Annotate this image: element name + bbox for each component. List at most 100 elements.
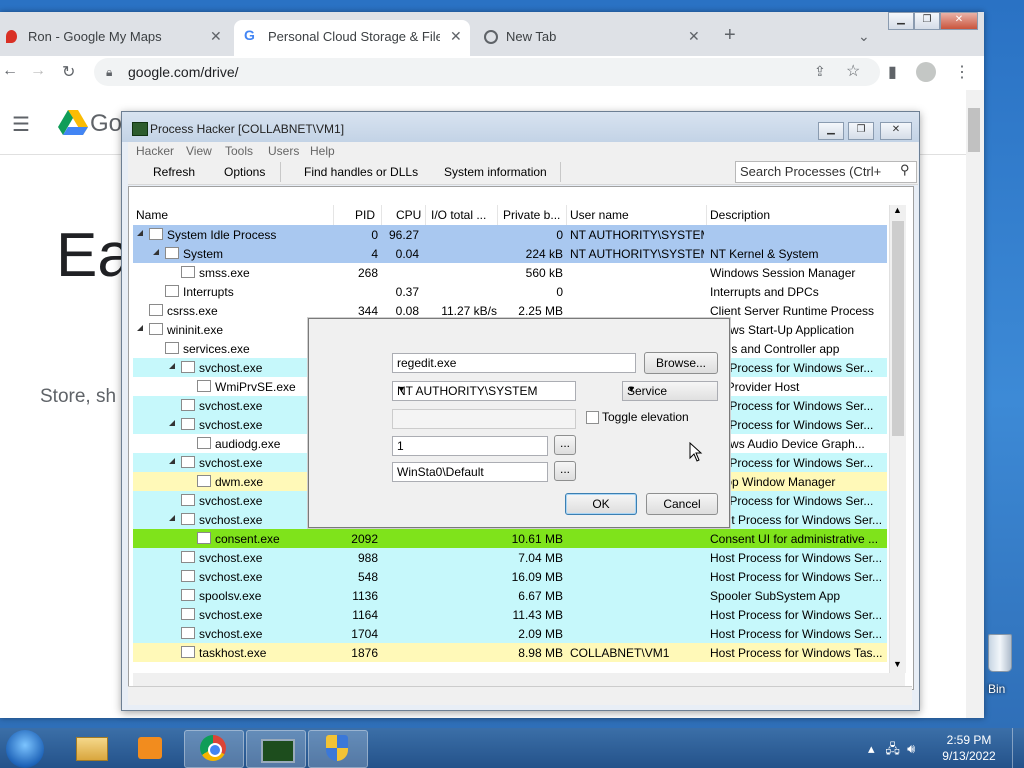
new-tab-icon[interactable]: +: [724, 24, 736, 47]
menu-users[interactable]: Users: [268, 144, 299, 158]
program-input[interactable]: regedit.exe: [392, 353, 636, 373]
col-cpu[interactable]: CPU: [396, 208, 421, 222]
type-select[interactable]: Service ▼: [622, 381, 718, 401]
show-desktop-button[interactable]: [1012, 728, 1024, 768]
minimize-icon[interactable]: ▁: [888, 12, 914, 30]
toggle-elevation-checkbox[interactable]: [586, 411, 599, 424]
volume-icon[interactable]: 🔊︎: [907, 741, 915, 756]
cell-desc: Host Process for Windows Ser...: [710, 551, 883, 565]
table-row[interactable]: svchost.exe 548 16.09 MB Host Process for W…: [133, 567, 887, 586]
minimize-icon[interactable]: ▁: [818, 122, 844, 140]
table-horizontal-scrollbar[interactable]: [133, 673, 905, 687]
process-icon: [181, 589, 195, 601]
system-information-button[interactable]: System information: [444, 165, 547, 179]
table-row[interactable]: ◢ System 4 0.04 224 kB NT AUTHORITY\SYSTEM NT …: [133, 244, 887, 263]
address-bar[interactable]: 🔒︎ google.com/drive/ ⇪ ☆: [94, 58, 880, 86]
refresh-button[interactable]: Refresh: [153, 165, 195, 179]
tree-expand-icon[interactable]: ◢: [169, 456, 175, 465]
tree-expand-icon[interactable]: ◢: [169, 513, 175, 522]
cancel-button[interactable]: Cancel: [646, 493, 718, 515]
menu-view[interactable]: View: [186, 144, 212, 158]
start-button-icon[interactable]: [6, 730, 44, 768]
table-vertical-scrollbar[interactable]: ▲ ▼: [889, 205, 906, 673]
tray-expand-icon[interactable]: ▴: [868, 741, 875, 756]
col-private-bytes[interactable]: Private b...: [503, 208, 560, 222]
desktop-input[interactable]: WinSta0\Default: [392, 462, 548, 482]
cell-name: spoolsv.exe: [199, 589, 262, 603]
session-input[interactable]: 1: [392, 436, 548, 456]
table-row[interactable]: svchost.exe 1704 2.09 MB Host Process for W…: [133, 624, 887, 643]
page-scrollbar[interactable]: [966, 90, 984, 718]
table-row[interactable]: consent.exe 2092 10.61 MB Consent UI for ad…: [133, 529, 887, 548]
tree-expand-icon[interactable]: ◢: [137, 228, 143, 237]
options-button[interactable]: Options: [224, 165, 265, 179]
col-name[interactable]: Name: [136, 208, 168, 222]
user-name-select[interactable]: NT AUTHORITY\SYSTEM ▼: [392, 381, 576, 401]
tab-google-drive[interactable]: G Personal Cloud Storage & File Sh ✕: [234, 20, 470, 56]
side-panel-icon[interactable]: ▮: [888, 62, 897, 82]
lock-icon: 🔒︎: [106, 65, 113, 79]
scroll-thumb[interactable]: [968, 108, 980, 152]
table-row[interactable]: smss.exe 268 560 kB Windows Session Manager: [133, 263, 887, 282]
explorer-taskbar-icon[interactable]: [62, 730, 120, 766]
cell-pid: 344: [357, 304, 378, 318]
table-row[interactable]: Interrupts 0.37 0 Interrupts and DPCs: [133, 282, 887, 301]
desktop-browse-button[interactable]: ...: [554, 461, 576, 481]
close-window-icon[interactable]: ✕: [940, 12, 978, 30]
cell-name: taskhost.exe: [199, 646, 267, 660]
search-processes-input[interactable]: Search Processes (Ctrl+ ⚲: [735, 161, 917, 183]
chevron-down-icon[interactable]: ⌄: [858, 28, 870, 45]
network-icon[interactable]: 🖧︎: [885, 741, 900, 756]
reload-icon[interactable]: ↻: [62, 62, 75, 82]
close-icon[interactable]: ✕: [210, 28, 222, 45]
col-description[interactable]: Description: [710, 208, 770, 222]
star-icon[interactable]: ☆: [846, 61, 860, 81]
tree-expand-icon[interactable]: ◢: [153, 247, 159, 256]
shield-uac-taskbar-icon[interactable]: [308, 730, 368, 768]
recycle-bin-icon[interactable]: Bin: [984, 632, 1024, 696]
chrome-taskbar-icon[interactable]: [184, 730, 244, 768]
ph-title-bar[interactable]: Process Hacker [COLLABNET\VM1] ▁ ❐ ✕: [122, 112, 919, 142]
table-row[interactable]: spoolsv.exe 1136 6.67 MB Spooler SubSystem …: [133, 586, 887, 605]
menu-hacker[interactable]: Hacker: [136, 144, 174, 158]
close-icon[interactable]: ✕: [450, 28, 462, 45]
share-icon[interactable]: ⇪: [814, 63, 826, 80]
tree-expand-icon[interactable]: ◢: [169, 418, 175, 427]
hamburger-menu-icon[interactable]: ☰: [12, 112, 30, 137]
close-window-icon[interactable]: ✕: [880, 122, 912, 140]
process-hacker-taskbar-icon[interactable]: [246, 730, 306, 768]
profile-avatar-icon[interactable]: [916, 62, 936, 82]
find-handles-button[interactable]: Find handles or DLLs: [304, 165, 418, 179]
menu-help[interactable]: Help: [310, 144, 335, 158]
tab-new-tab[interactable]: New Tab ✕: [478, 20, 710, 56]
tree-expand-icon[interactable]: ◢: [137, 323, 143, 332]
table-row[interactable]: ◢ System Idle Process 0 96.27 0 NT AUTHORITY\…: [133, 225, 887, 244]
forward-icon[interactable]: →: [30, 62, 46, 80]
col-io[interactable]: I/O total ...: [431, 208, 486, 222]
browse-button[interactable]: Browse...: [644, 352, 718, 374]
table-row[interactable]: taskhost.exe 1876 8.98 MB COLLABNET\VM1 Host…: [133, 643, 887, 662]
table-row[interactable]: svchost.exe 1164 11.43 MB Host Process for …: [133, 605, 887, 624]
ok-button[interactable]: OK: [565, 493, 637, 515]
more-menu-icon[interactable]: ⋮: [954, 62, 970, 82]
restore-icon[interactable]: ❐: [914, 12, 940, 30]
table-row[interactable]: svchost.exe 988 7.04 MB Host Process for Wi…: [133, 548, 887, 567]
process-icon: [181, 608, 195, 620]
scroll-up-icon[interactable]: ▲: [893, 205, 902, 215]
tab-my-maps[interactable]: Ron - Google My Maps ✕: [0, 20, 232, 56]
password-input[interactable]: [392, 409, 576, 429]
maximize-icon[interactable]: ❐: [848, 122, 874, 140]
clock[interactable]: 2:59 PM 9/13/2022: [934, 732, 1004, 764]
col-pid[interactable]: PID: [355, 208, 375, 222]
cell-desc: sktop Window Manager: [710, 475, 836, 489]
media-player-taskbar-icon[interactable]: [122, 730, 180, 766]
close-icon[interactable]: ✕: [688, 28, 700, 45]
menu-tools[interactable]: Tools: [225, 144, 253, 158]
session-browse-button[interactable]: ...: [554, 435, 576, 455]
scroll-down-icon[interactable]: ▼: [893, 659, 902, 669]
back-icon[interactable]: ←: [2, 62, 18, 80]
tree-expand-icon[interactable]: ◢: [169, 361, 175, 370]
col-user[interactable]: User name: [570, 208, 629, 222]
scroll-thumb[interactable]: [892, 221, 904, 436]
toggle-elevation-label: Toggle elevation: [602, 410, 689, 424]
